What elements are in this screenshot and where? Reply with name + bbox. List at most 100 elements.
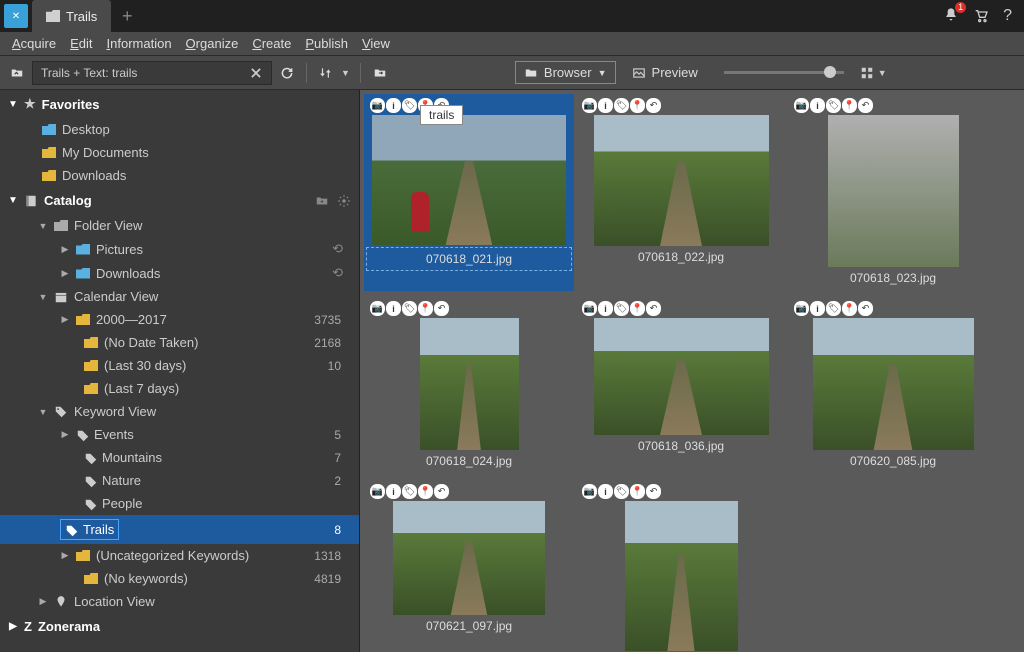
chevron-down-icon: ▼ [38, 221, 48, 231]
section-zonerama[interactable]: ▶ Z Zonerama [0, 613, 359, 640]
menu-publish[interactable]: Publish [299, 34, 354, 53]
sidebar-item-trails[interactable]: Trails 8 [0, 515, 359, 544]
menu-create[interactable]: Create [246, 34, 297, 53]
tag-icon: 🏷 [402, 301, 417, 316]
folder-icon [42, 124, 56, 135]
cart-icon[interactable] [973, 8, 989, 24]
sidebar-item-last30[interactable]: (Last 30 days) 10 [0, 354, 359, 377]
sidebar-item-nokeywords[interactable]: (No keywords) 4819 [0, 567, 359, 590]
sidebar-item-label: Trails [83, 522, 114, 537]
thumb-image: trails [372, 115, 566, 245]
chevron-down-icon: ▼ [878, 68, 887, 78]
sidebar-item-downloads2[interactable]: ▶ Downloads ⟲ [0, 261, 359, 285]
sidebar-item-keywordview[interactable]: ▼ Keyword View [0, 400, 359, 423]
sidebar-item-label: (Last 30 days) [104, 358, 186, 373]
undo-icon: ↶ [646, 301, 661, 316]
sidebar-item-mountains[interactable]: Mountains 7 [0, 446, 359, 469]
sidebar-item-pictures[interactable]: ▶ Pictures ⟲ [0, 237, 359, 261]
new-tab-button[interactable]: + [111, 6, 143, 27]
thumb-filename: 070618_021.jpg [366, 247, 572, 271]
menu-view[interactable]: View [356, 34, 396, 53]
undo-icon: ↶ [434, 484, 449, 499]
menu-edit[interactable]: Edit [64, 34, 98, 53]
item-count: 10 [328, 359, 359, 373]
sidebar-item-calendarview[interactable]: ▼ Calendar View [0, 285, 359, 308]
sidebar-item-uncategorized[interactable]: ▶ (Uncategorized Keywords) 1318 [0, 544, 359, 567]
sort-button[interactable] [317, 64, 335, 82]
gear-icon[interactable] [337, 194, 351, 208]
thumb-filename: 070620_085.jpg [790, 450, 996, 472]
browser-mode-button[interactable]: Browser ▼ [515, 61, 616, 84]
thumb-image [813, 318, 974, 450]
sidebar-item-label: Location View [74, 594, 155, 609]
import-button[interactable] [371, 64, 389, 82]
chevron-down-icon: ▼ [38, 292, 48, 302]
sidebar-item-downloads[interactable]: Downloads [0, 164, 359, 187]
slider-knob[interactable] [824, 66, 836, 78]
close-icon[interactable] [249, 66, 263, 80]
thumbnail-grid: 📷 i 🏷 📍 ↶ trails070618_021.jpg 📷 i 🏷 📍 ↶… [364, 94, 1020, 652]
menu-acquire[interactable]: Acquire [6, 34, 62, 53]
thumbnail-070618_022.jpg[interactable]: 📷 i 🏷 📍 ↶ 070618_022.jpg [576, 94, 786, 291]
sidebar-item-label: (No keywords) [104, 571, 188, 586]
sidebar-item-events[interactable]: ▶ Events 5 [0, 423, 359, 446]
sidebar-item-year[interactable]: ▶ 2000—2017 3735 [0, 308, 359, 331]
up-folder-button[interactable] [8, 64, 26, 82]
notifications-button[interactable]: 1 [943, 7, 959, 26]
section-favorites[interactable]: ▼ ★ Favorites [0, 90, 359, 118]
thumbnail-070618_023.jpg[interactable]: 📷 i 🏷 📍 ↶ 070618_023.jpg [788, 94, 998, 291]
sidebar-item-folderview[interactable]: ▼ Folder View [0, 214, 359, 237]
sidebar-item-nodate[interactable]: (No Date Taken) 2168 [0, 331, 359, 354]
tab-trails[interactable]: Trails [32, 0, 111, 32]
chevron-right-icon: ▶ [60, 314, 70, 325]
thumbnail-070618_024.jpg[interactable]: 📷 i 🏷 📍 ↶ 070618_024.jpg [364, 297, 574, 474]
tab-bar: ✕ Trails + 1 ? [0, 0, 1024, 32]
breadcrumb-input[interactable] [41, 66, 243, 80]
item-count: 4819 [314, 572, 359, 586]
thumbnail-070618_021.jpg[interactable]: 📷 i 🏷 📍 ↶ trails070618_021.jpg [364, 94, 574, 291]
camera-icon: 📷 [370, 301, 385, 316]
tag-icon [84, 452, 96, 464]
camera-icon: 📷 [582, 301, 597, 316]
sidebar-item-nature[interactable]: Nature 2 [0, 469, 359, 492]
folder-icon [84, 360, 98, 371]
thumb-badges: 📷 i 🏷 📍 ↶ [578, 299, 665, 318]
refresh-button[interactable] [278, 64, 296, 82]
breadcrumb[interactable] [32, 61, 272, 85]
tab-title: Trails [66, 9, 97, 24]
section-catalog[interactable]: ▼ Catalog [0, 187, 359, 214]
tag-icon: 🏷 [826, 98, 841, 113]
menu-organize[interactable]: Organize [180, 34, 245, 53]
item-count: 1318 [314, 549, 359, 563]
thumb-badges: 📷 i 🏷 📍 ↶ [366, 299, 453, 318]
chevron-right-icon: ▶ [8, 621, 18, 632]
info-icon: i [598, 484, 613, 499]
thumbnail-070622_123.jpg[interactable]: 📷 i 🏷 📍 ↶ 070622_123.jpg [576, 480, 786, 652]
help-button[interactable]: ? [1003, 7, 1012, 25]
thumb-image [594, 318, 769, 435]
thumbnail-070618_036.jpg[interactable]: 📷 i 🏷 📍 ↶ 070618_036.jpg [576, 297, 786, 474]
sidebar-item-people[interactable]: People [0, 492, 359, 515]
thumb-image [420, 318, 519, 450]
preview-mode-label: Preview [652, 65, 698, 80]
view-layout-button[interactable]: ▼ [860, 66, 887, 80]
sidebar-item-last7[interactable]: (Last 7 days) [0, 377, 359, 400]
thumb-image [393, 501, 545, 615]
folder-icon [524, 66, 538, 80]
folder-icon [84, 383, 98, 394]
sort-caret[interactable]: ▼ [341, 68, 350, 78]
thumbnail-070621_097.jpg[interactable]: 📷 i 🏷 📍 ↶ 070621_097.jpg [364, 480, 574, 652]
camera-icon: 📷 [370, 98, 385, 113]
folder-icon [42, 170, 56, 181]
menu-information[interactable]: Information [101, 34, 178, 53]
sidebar-item-locationview[interactable]: ▶ Location View [0, 590, 359, 613]
thumbnail-070620_085.jpg[interactable]: 📷 i 🏷 📍 ↶ 070620_085.jpg [788, 297, 998, 474]
thumb-image [828, 115, 959, 267]
sidebar-item-desktop[interactable]: Desktop [0, 118, 359, 141]
add-folder-icon[interactable] [315, 194, 329, 208]
thumbnail-size-slider[interactable] [724, 71, 844, 74]
grid-icon [860, 66, 874, 80]
preview-mode-button[interactable]: Preview [624, 62, 706, 83]
sidebar-item-mydocuments[interactable]: My Documents [0, 141, 359, 164]
pin-icon: 📍 [842, 98, 857, 113]
